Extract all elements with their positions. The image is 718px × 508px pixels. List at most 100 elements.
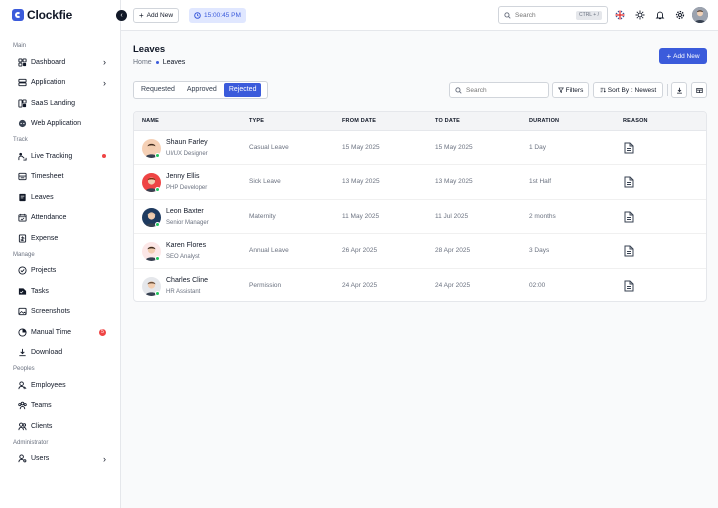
- topbar-add-new-button[interactable]: + Add New: [133, 8, 180, 23]
- sidebar-collapse-button[interactable]: ‹: [116, 10, 127, 21]
- export-button[interactable]: [671, 82, 687, 98]
- sidebar-item-employees[interactable]: Employees: [0, 375, 120, 396]
- table-row[interactable]: Leon Baxter Senior Manager Maternity 11 May…: [134, 200, 706, 235]
- document-icon[interactable]: [624, 211, 634, 223]
- sidebar-item-timesheet[interactable]: Timesheet: [0, 167, 120, 188]
- leaves-table: NAME TYPE FROM DATE TO DATE DURATION REASON S…: [133, 111, 707, 302]
- document-icon[interactable]: [624, 142, 634, 154]
- employee-role: PHP Developer: [166, 185, 208, 192]
- shortcut-hint: CTRL + /: [576, 11, 602, 20]
- leaves-icon: [18, 193, 27, 202]
- filters-button[interactable]: Filters: [552, 82, 589, 98]
- breadcrumb: Home Leaves: [133, 59, 185, 66]
- table-row[interactable]: Charles Cline HR Assistant Permission 24 Ap…: [134, 269, 706, 301]
- employee-name[interactable]: Jenny Ellis: [166, 173, 199, 180]
- plus-icon: +: [666, 51, 672, 61]
- employee-name[interactable]: Charles Cline: [166, 277, 208, 284]
- cell-duration: 1st Half: [529, 178, 552, 186]
- sidebar-item-saas-landing[interactable]: SaaS Landing: [0, 93, 120, 114]
- sidebar-item-users[interactable]: Users ›: [0, 449, 120, 470]
- sidebar-item-label: Teams: [31, 402, 52, 410]
- sidebar-item-expense[interactable]: Expense: [0, 228, 120, 249]
- brand-logo[interactable]: Clockfie: [12, 8, 72, 22]
- tab-approved[interactable]: Approved: [182, 83, 222, 97]
- page-title: Leaves: [133, 44, 166, 55]
- sort-button[interactable]: Sort By : Newest: [593, 82, 663, 98]
- saas-icon: [18, 99, 27, 108]
- user-avatar[interactable]: [692, 7, 708, 23]
- users-icon: [18, 454, 27, 463]
- document-icon[interactable]: [624, 280, 634, 292]
- sidebar-item-manual-time[interactable]: Manual Time 5: [0, 322, 120, 343]
- uk-flag-icon[interactable]: [615, 10, 625, 20]
- table-search-input[interactable]: [466, 86, 546, 94]
- sidebar-item-projects[interactable]: Projects: [0, 261, 120, 282]
- table-header: NAME TYPE FROM DATE TO DATE DURATION REASON: [134, 112, 706, 131]
- sidebar-item-screenshots[interactable]: Screenshots: [0, 302, 120, 323]
- column-header-reason[interactable]: REASON: [623, 112, 648, 131]
- table-row[interactable]: Shaun Farley UI/UX Designer Casual Leave 15…: [134, 131, 706, 166]
- sidebar-item-clients[interactable]: Clients: [0, 416, 120, 437]
- screenshots-icon: [18, 307, 27, 316]
- table-search[interactable]: [449, 82, 549, 98]
- column-header-from-date[interactable]: FROM DATE: [342, 112, 376, 131]
- document-icon[interactable]: [624, 245, 634, 257]
- sidebar-section-label: Peoples: [13, 366, 35, 372]
- cell-to: 15 May 2025: [435, 144, 473, 151]
- web-application-icon: [18, 119, 27, 128]
- cell-duration: 1 Day: [529, 144, 546, 151]
- sidebar-item-dashboard[interactable]: Dashboard ›: [0, 52, 120, 73]
- cell-type: Sick Leave: [249, 178, 281, 186]
- sidebar-item-label: Screenshots: [31, 308, 70, 316]
- tab-rejected[interactable]: Rejected: [223, 83, 262, 97]
- gear-icon[interactable]: [675, 10, 685, 20]
- breadcrumb-home[interactable]: Home: [133, 59, 152, 66]
- global-search-input[interactable]: [515, 11, 575, 19]
- tab-requested[interactable]: Requested: [136, 83, 180, 97]
- global-search[interactable]: CTRL + /: [498, 6, 608, 24]
- sidebar-item-label: Web Application: [31, 120, 82, 128]
- filters-label: Filters: [565, 86, 584, 94]
- layout-icon: [695, 87, 703, 93]
- cell-type: Permission: [249, 281, 282, 289]
- document-icon[interactable]: [624, 176, 634, 188]
- count-badge: 5: [99, 328, 106, 336]
- layout-toggle-button[interactable]: [691, 82, 707, 98]
- table-row[interactable]: Jenny Ellis PHP Developer Sick Leave 13 May…: [134, 165, 706, 200]
- chevron-right-icon: ›: [103, 77, 106, 88]
- table-row[interactable]: Karen Flores SEO Analyst Annual Leave 26 Ap…: [134, 234, 706, 269]
- sidebar-item-web-application[interactable]: Web Application: [0, 114, 120, 135]
- topbar: ‹ + Add New 15:00:45 PM CTRL + /: [116, 0, 718, 31]
- column-header-name[interactable]: NAME: [142, 112, 159, 131]
- sidebar-item-live-tracking[interactable]: Live Tracking: [0, 146, 120, 167]
- toolbar-divider: [667, 84, 668, 96]
- sidebar-item-download[interactable]: Download: [0, 343, 120, 364]
- employee-name[interactable]: Leon Baxter: [166, 208, 204, 215]
- sidebar-item-label: SaaS Landing: [31, 99, 75, 107]
- cell-to: 11 Jul 2025: [435, 212, 469, 220]
- add-new-leave-button[interactable]: + Add New: [659, 48, 707, 64]
- sidebar-item-label: Leaves: [31, 193, 54, 201]
- employee-name[interactable]: Karen Flores: [166, 242, 206, 249]
- cell-to: 28 Apr 2025: [435, 247, 471, 255]
- sidebar-item-application[interactable]: Application ›: [0, 73, 120, 94]
- column-header-type[interactable]: TYPE: [249, 112, 264, 131]
- sort-icon: [600, 87, 606, 93]
- sidebar-item-label: Application: [31, 79, 66, 87]
- sidebar-item-label: Tasks: [31, 287, 49, 295]
- sidebar-item-tasks[interactable]: Tasks: [0, 281, 120, 302]
- column-header-to-date[interactable]: TO DATE: [435, 112, 460, 131]
- sidebar-item-teams[interactable]: Teams: [0, 396, 120, 417]
- teams-icon: [18, 401, 27, 410]
- cell-from: 13 May 2025: [342, 178, 380, 186]
- column-header-duration[interactable]: DURATION: [529, 112, 559, 131]
- bell-icon[interactable]: [655, 10, 665, 20]
- sun-icon[interactable]: [635, 10, 645, 20]
- filter-icon: [557, 87, 564, 93]
- clock-badge[interactable]: 15:00:45 PM: [189, 8, 246, 23]
- sidebar-item-label: Manual Time: [31, 328, 72, 336]
- sidebar-item-attendance[interactable]: Attendance: [0, 208, 120, 229]
- employee-name[interactable]: Shaun Farley: [166, 139, 208, 146]
- sidebar-item-leaves[interactable]: Leaves: [0, 187, 120, 208]
- sort-label: Sort By : Newest: [607, 86, 657, 94]
